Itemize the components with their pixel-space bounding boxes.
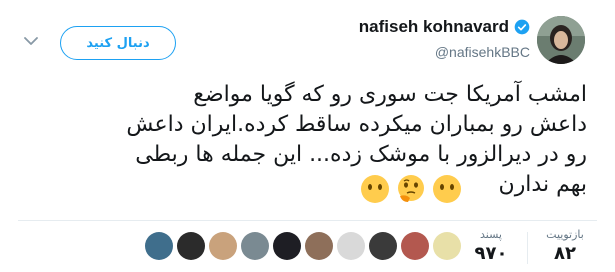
verified-badge-icon	[514, 19, 530, 35]
liker-avatar[interactable]	[145, 232, 173, 260]
user-handle[interactable]: @nafisehkBBC	[435, 44, 530, 60]
avatar[interactable]	[537, 16, 585, 64]
tweet-line: داعش رو بمباران میکرده ساقط کرده.ایران د…	[126, 112, 587, 137]
follow-button[interactable]: دنبال کنید	[60, 26, 176, 60]
liker-avatar[interactable]	[337, 232, 365, 260]
liker-avatar[interactable]	[241, 232, 269, 260]
display-name[interactable]: nafiseh kohnavard	[359, 17, 530, 37]
retweets-label: بازتوییت	[546, 228, 584, 241]
tweet-line: امشب آمریکا جت سوری رو که گویا مواضع	[193, 82, 587, 107]
liker-avatar[interactable]	[273, 232, 301, 260]
liker-avatars	[145, 232, 461, 260]
chevron-down-icon[interactable]	[24, 36, 38, 46]
likes-label: پسند	[480, 228, 502, 241]
liker-avatar[interactable]	[369, 232, 397, 260]
display-name-text: nafiseh kohnavard	[358, 17, 509, 36]
tweet-text: امشب آمریکا جت سوری رو که گویا مواضع داع…	[28, 80, 587, 200]
liker-avatar[interactable]	[177, 232, 205, 260]
retweets-stat[interactable]: بازتوییت ۸۲	[537, 228, 593, 264]
tweet-line: رو در دیرالزور با موشک زده... این جمله ه…	[135, 142, 587, 167]
stats-divider	[18, 220, 597, 221]
emoji-row	[360, 174, 462, 204]
liker-avatar[interactable]	[401, 232, 429, 260]
retweets-count: ۸۲	[554, 243, 576, 264]
tweet-line: بهم ندارن	[498, 172, 587, 197]
liker-avatar[interactable]	[305, 232, 333, 260]
stat-separator	[527, 232, 528, 264]
liker-avatar[interactable]	[209, 232, 237, 260]
likes-count: ۹۷۰	[474, 243, 508, 264]
avatar-image	[537, 16, 585, 64]
liker-avatar[interactable]	[433, 232, 461, 260]
likes-stat[interactable]: پسند ۹۷۰	[461, 228, 521, 264]
neutral-face-emoji	[361, 175, 389, 203]
neutral-face-emoji	[433, 175, 461, 203]
thinking-face-emoji	[398, 175, 424, 202]
